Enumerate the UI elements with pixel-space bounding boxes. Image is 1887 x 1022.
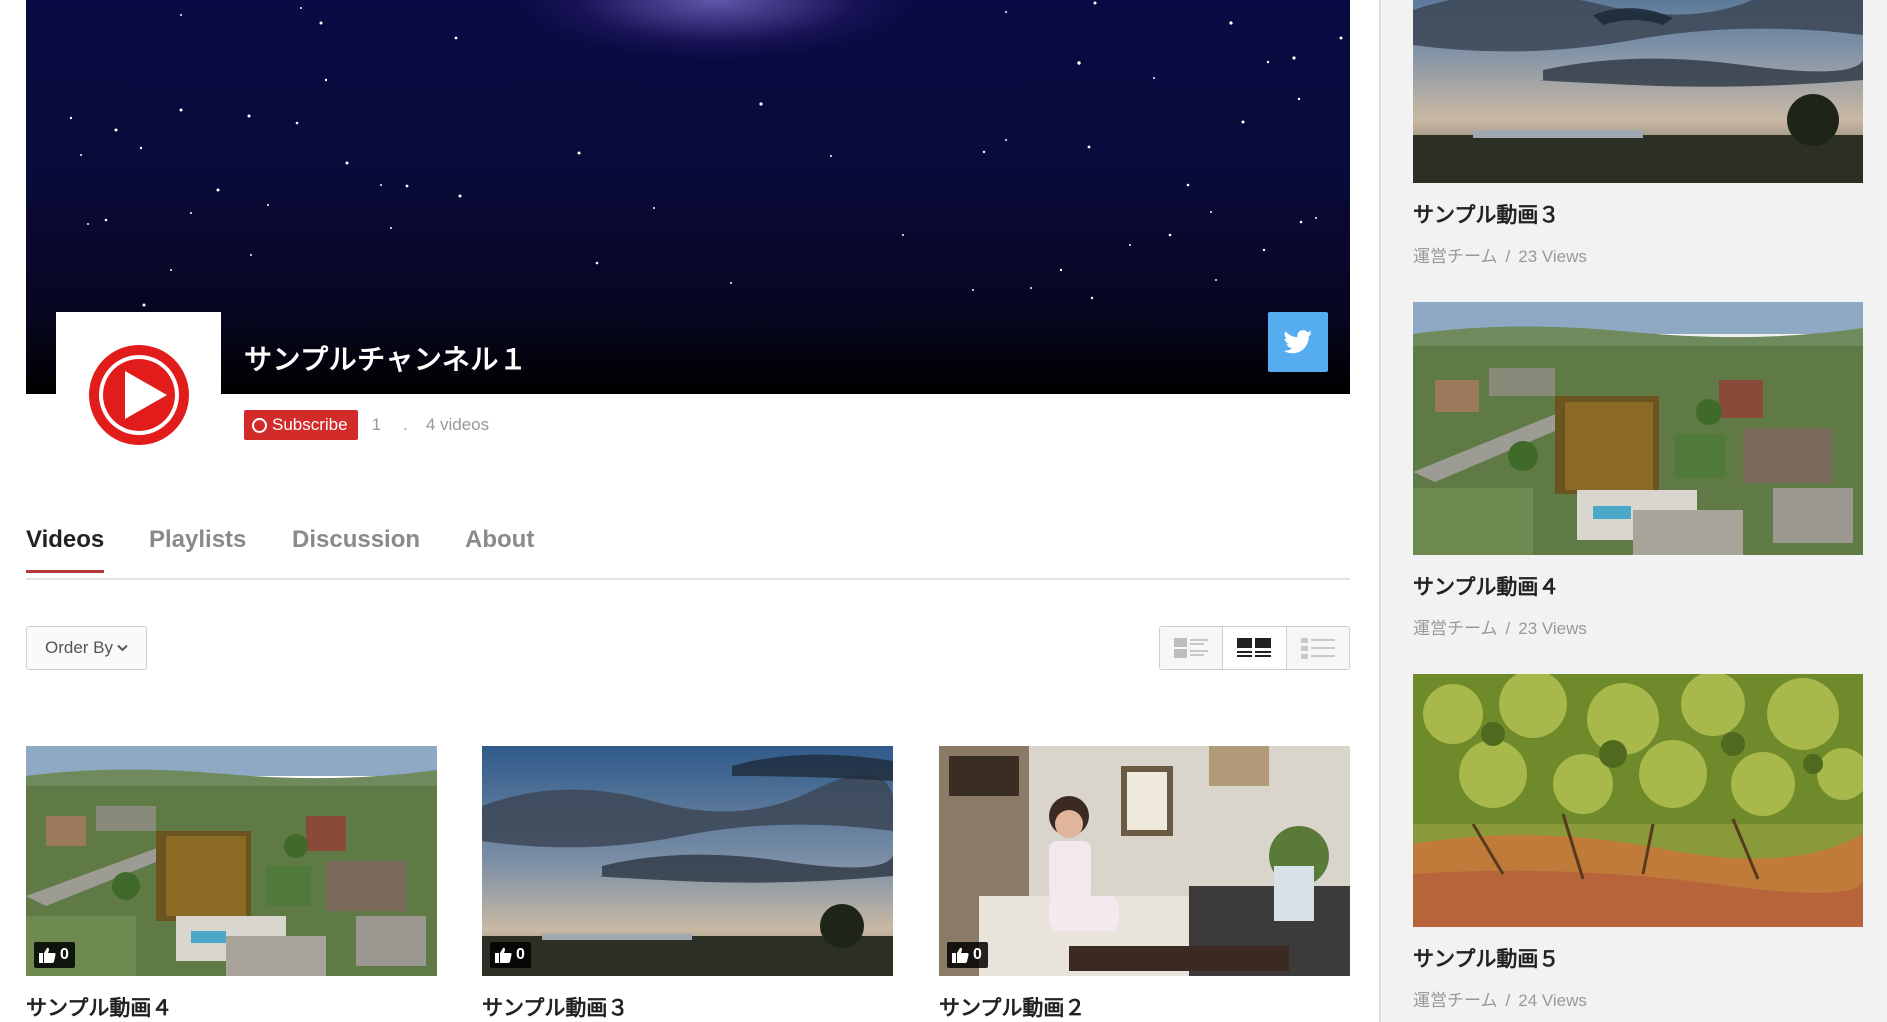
channel-name: サンプルチャンネル１ bbox=[244, 343, 528, 376]
twitter-share-button[interactable] bbox=[1268, 312, 1328, 372]
sidebar-video-meta: 運営チーム / 23 Views bbox=[1413, 614, 1587, 639]
view-count: 23 Views bbox=[1518, 619, 1587, 638]
cloudy-sky-image bbox=[1413, 0, 1863, 183]
tab-playlists[interactable]: Playlists bbox=[149, 526, 246, 570]
author-name[interactable]: 運営チーム bbox=[1413, 619, 1498, 638]
sidebar-video-title[interactable]: サンプル動画４ bbox=[1413, 571, 1559, 601]
sidebar-video-item[interactable]: サンプル動画５ 運営チーム / 24 Views bbox=[1413, 674, 1863, 1010]
subscribe-button[interactable]: Subscribe bbox=[244, 410, 358, 440]
sidebar-video-meta: 運営チーム / 24 Views bbox=[1413, 986, 1587, 1011]
like-badge: 0 bbox=[490, 942, 531, 968]
like-count: 0 bbox=[516, 946, 525, 963]
chevron-down-icon bbox=[117, 644, 128, 652]
subscriber-count: 1 bbox=[371, 415, 382, 434]
aerial-city-image bbox=[26, 746, 437, 976]
author-name[interactable]: 運営チーム bbox=[1413, 247, 1498, 266]
grid-view-icon bbox=[1237, 638, 1272, 657]
sidebar-video-thumbnail[interactable] bbox=[1413, 302, 1863, 555]
video-title[interactable]: サンプル動画２ bbox=[939, 992, 1085, 1022]
tab-about[interactable]: About bbox=[465, 526, 534, 570]
like-count: 0 bbox=[60, 946, 69, 963]
video-thumbnail[interactable]: 0 bbox=[26, 746, 437, 976]
view-list-compact-button[interactable] bbox=[1286, 627, 1349, 669]
sidebar-video-thumbnail[interactable] bbox=[1413, 674, 1863, 927]
view-list-thumbs-button[interactable] bbox=[1160, 627, 1224, 669]
aerial-city-image bbox=[1413, 302, 1863, 555]
related-videos-sidebar: サンプル動画３ 運営チーム/23 Views サンプル動画４ 運営チーム/23 bbox=[1379, 0, 1887, 1022]
sidebar-video-meta: 運営チーム / 23 Views bbox=[1413, 242, 1587, 267]
woman-cafe-image bbox=[939, 746, 1350, 976]
channel-avatar[interactable] bbox=[56, 312, 221, 477]
video-card[interactable]: 0 サンプル動画４ bbox=[26, 746, 437, 1020]
meta-separator: / bbox=[1505, 991, 1511, 1010]
video-title[interactable]: サンプル動画４ bbox=[26, 992, 172, 1022]
order-by-label: Order By bbox=[44, 638, 114, 657]
sidebar-video-thumbnail[interactable] bbox=[1413, 0, 1863, 183]
starfield-image bbox=[69, 1, 1343, 307]
video-card[interactable]: 0 サンプル動画３ bbox=[482, 746, 893, 1020]
green-shrub-image bbox=[1413, 674, 1863, 927]
like-count: 0 bbox=[973, 946, 982, 963]
tab-discussion[interactable]: Discussion bbox=[292, 526, 420, 570]
play-logo-icon bbox=[88, 344, 189, 445]
cloudy-sky-image bbox=[482, 746, 893, 976]
subscribe-label: Subscribe bbox=[272, 415, 348, 434]
channel-tabs: Videos Playlists Discussion About bbox=[26, 520, 1350, 580]
video-count: 4 videos bbox=[425, 415, 490, 434]
view-count: 24 Views bbox=[1518, 991, 1587, 1010]
sidebar-video-item[interactable]: サンプル動画３ 運営チーム / 23 Views bbox=[1413, 0, 1863, 266]
sidebar-video-title[interactable]: サンプル動画３ bbox=[1413, 199, 1559, 229]
list-thumbs-icon bbox=[1174, 638, 1209, 658]
view-mode-toggle bbox=[1159, 626, 1350, 670]
thumbs-up-icon bbox=[495, 947, 512, 963]
video-thumbnail[interactable]: 0 bbox=[482, 746, 893, 976]
like-badge: 0 bbox=[34, 942, 75, 968]
meta-separator: . bbox=[403, 415, 408, 434]
sidebar-video-title[interactable]: サンプル動画５ bbox=[1413, 943, 1559, 973]
list-compact-icon bbox=[1300, 638, 1335, 659]
meta-separator: / bbox=[1505, 247, 1511, 266]
like-badge: 0 bbox=[947, 942, 988, 968]
thumbs-up-icon bbox=[952, 947, 969, 963]
meta-separator: / bbox=[1505, 619, 1511, 638]
twitter-bird-icon bbox=[1283, 330, 1312, 354]
circle-icon bbox=[252, 417, 267, 433]
video-title[interactable]: サンプル動画３ bbox=[482, 992, 628, 1022]
video-card[interactable]: 0 サンプル動画２ bbox=[939, 746, 1350, 1020]
view-grid-button[interactable] bbox=[1223, 627, 1287, 669]
author-name[interactable]: 運営チーム bbox=[1413, 991, 1498, 1010]
view-count: 23 Views bbox=[1518, 247, 1587, 266]
channel-banner bbox=[26, 0, 1350, 394]
order-by-dropdown[interactable]: Order By bbox=[26, 626, 147, 670]
tab-videos[interactable]: Videos bbox=[26, 526, 105, 573]
subscribe-row: Subscribe 1 . 4 videos bbox=[244, 410, 489, 440]
main-content: サンプルチャンネル１ Subscribe 1 . 4 videos Videos… bbox=[26, 0, 1350, 1022]
video-thumbnail[interactable]: 0 bbox=[939, 746, 1350, 976]
sidebar-video-item[interactable]: サンプル動画４ 運営チーム / 23 Views bbox=[1413, 302, 1863, 638]
thumbs-up-icon bbox=[39, 947, 56, 963]
